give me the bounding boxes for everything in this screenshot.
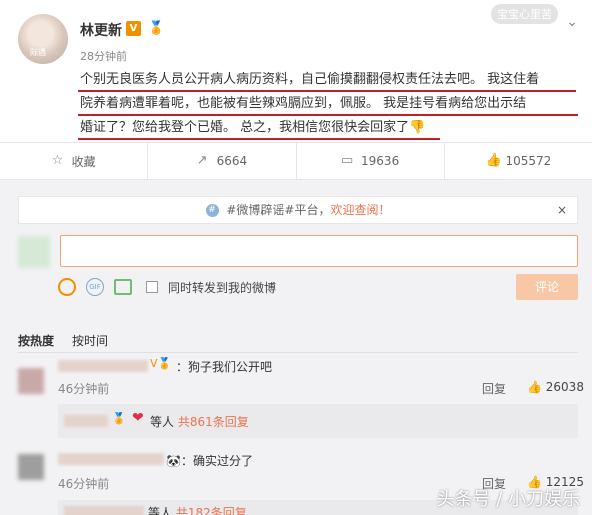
repost-checkbox-label: 同时转发到我的微博 [168, 280, 277, 295]
comment-like-button[interactable]: 👍 26038 [527, 380, 584, 394]
medal-icon: 🏅 [148, 21, 165, 36]
heart-icon: ❤ [132, 410, 144, 426]
emoji-icon[interactable] [58, 278, 76, 296]
gif-icon[interactable]: GIF [86, 278, 104, 296]
comment-icon: ▭ [341, 153, 354, 168]
red-underline [78, 90, 576, 92]
action-bar: ☆ 收藏 ↗ 6664 ▭ 19636 👍 105572 [0, 142, 592, 180]
comment-time: 46分钟前 [58, 382, 110, 396]
sort-tabs: 按热度 按时间 [18, 332, 108, 349]
send-comment-button[interactable]: 评论 [516, 274, 578, 300]
sub-reply-names [64, 415, 108, 427]
chevron-down-icon[interactable]: ⌄ [566, 14, 578, 30]
comment-time: 46分钟前 [58, 477, 110, 491]
sub-reply-count[interactable]: 共861条回复 [178, 415, 249, 429]
post-content-line: 个别无良医务人员公开病人病历资料，自己偷摸翻翻侵权责任法去吧。 我这住着 [80, 72, 540, 87]
post-time[interactable]: 28分钟前 [80, 48, 127, 64]
image-icon[interactable] [114, 279, 132, 295]
commenter-avatar[interactable] [18, 454, 44, 480]
repost-count: 6664 [216, 154, 248, 168]
sub-reply-prefix: 等人 [150, 415, 175, 429]
repost-icon: ↗ [196, 153, 208, 168]
verified-badge: V [126, 21, 141, 36]
source-watermark: 头条号 / 小刀娱乐 [436, 489, 580, 510]
notice-link[interactable]: 欢迎查阅！ [330, 203, 390, 217]
commenter-name[interactable] [58, 453, 164, 465]
star-icon: ☆ [51, 153, 64, 168]
hash-icon: # [205, 204, 219, 217]
like-button[interactable]: 👍 105572 [445, 143, 592, 179]
favorite-button[interactable]: ☆ 收藏 [0, 143, 149, 179]
sub-reply-prefix: 等人 [148, 506, 173, 515]
weibo-post: 际遇 林更新 V 🏅 28分钟前 宝宝心里苦 ⌄ 个别无良医务人员公开病人病历资… [0, 0, 592, 142]
author-name[interactable]: 林更新 [80, 20, 122, 40]
sort-by-hot[interactable]: 按热度 [18, 332, 54, 349]
commenter-avatar[interactable] [18, 368, 44, 394]
sticker-watermark: 宝宝心里苦 [491, 4, 558, 24]
comment-like-count: 26038 [545, 380, 584, 394]
red-underline [78, 138, 440, 140]
sub-reply-count[interactable]: 共182条回复 [176, 506, 247, 515]
comment-section: # #微博辟谣#平台，欢迎查阅！ × GIF 同时转发到我的微博 评论 按热度 … [0, 180, 592, 515]
post-content: 个别无良医务人员公开病人病历资料，自己偷摸翻翻侵权责任法去吧。 我这住着 院养着… [80, 68, 585, 140]
comment-count: 19636 [361, 154, 400, 168]
comment-text: ：狗子我们公开吧 [176, 360, 273, 374]
reply-button[interactable]: 回复 [482, 380, 506, 397]
commenter-name[interactable] [58, 360, 148, 372]
comment-text: 🐼：确实过分了 [166, 454, 253, 468]
favorite-label: 收藏 [71, 154, 96, 169]
notice-tag[interactable]: #微博辟谣#平台， [226, 203, 330, 217]
repost-checkbox[interactable] [146, 281, 158, 293]
author-avatar[interactable]: 际遇 [18, 14, 68, 64]
composer-toolbar: GIF 同时转发到我的微博 [58, 276, 276, 298]
rumor-notice: # #微博辟谣#平台，欢迎查阅！ × [18, 196, 578, 224]
thumbs-up-icon: 👍 [527, 380, 542, 394]
comment-input[interactable] [60, 235, 578, 267]
comment-button[interactable]: ▭ 19636 [297, 143, 445, 179]
post-content-line: 婚证了？您给我登个已婚。 总之，我相信您很快会回家了👎 [80, 120, 426, 135]
red-underline [78, 114, 578, 116]
thumbs-up-icon: 👍 [485, 153, 502, 168]
like-count: 105572 [505, 154, 552, 168]
sub-reply-names [64, 506, 144, 515]
sub-replies[interactable]: 🏅 ❤ 等人 共861条回复 [58, 404, 578, 438]
medal-icon: 🏅 [112, 412, 126, 425]
avatar-caption: 际遇 [30, 48, 46, 57]
vip-icon: V🏅 [150, 357, 172, 370]
my-avatar [18, 236, 50, 268]
post-content-line: 院养着病遭罪着呢，也能被有些辣鸡膈应到，佩服。 我是挂号看病给您出示结 [80, 96, 527, 111]
divider [18, 352, 578, 353]
repost-button[interactable]: ↗ 6664 [148, 143, 297, 179]
close-icon[interactable]: × [557, 197, 567, 223]
sort-by-time[interactable]: 按时间 [72, 332, 108, 349]
